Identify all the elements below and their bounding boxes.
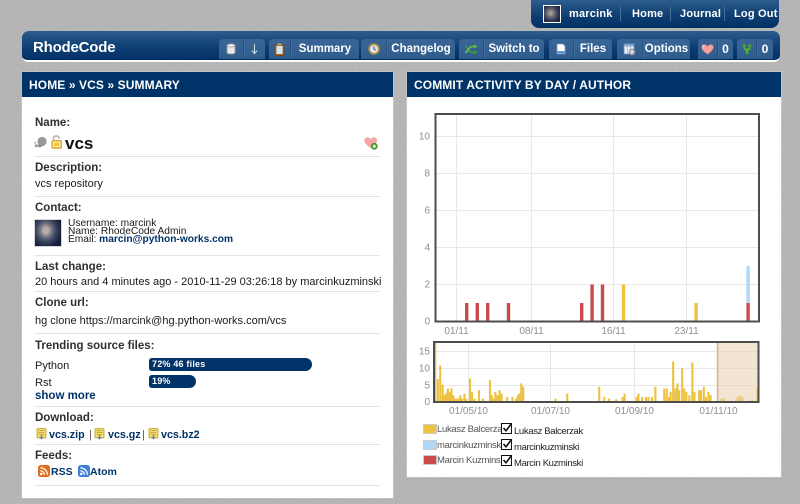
svg-text:23/11: 23/11: [674, 326, 699, 337]
svg-text:01/11/10: 01/11/10: [699, 406, 738, 417]
svg-text:01/11: 01/11: [444, 326, 469, 337]
svg-text:08/11: 08/11: [519, 326, 544, 337]
svg-text:15: 15: [419, 347, 431, 358]
svg-text:01/05/10: 01/05/10: [449, 406, 488, 417]
svg-text:10: 10: [419, 364, 431, 375]
svg-text:10: 10: [419, 132, 431, 143]
svg-text:5: 5: [424, 381, 430, 392]
svg-text:4: 4: [424, 243, 430, 254]
svg-text:2: 2: [424, 280, 430, 291]
svg-text:01/07/10: 01/07/10: [531, 406, 570, 417]
svg-text:6: 6: [424, 206, 430, 217]
svg-text:16/11: 16/11: [601, 326, 626, 337]
svg-text:01/09/10: 01/09/10: [615, 406, 654, 417]
svg-text:0: 0: [424, 397, 430, 408]
svg-text:0: 0: [424, 317, 430, 328]
svg-text:8: 8: [424, 169, 430, 180]
